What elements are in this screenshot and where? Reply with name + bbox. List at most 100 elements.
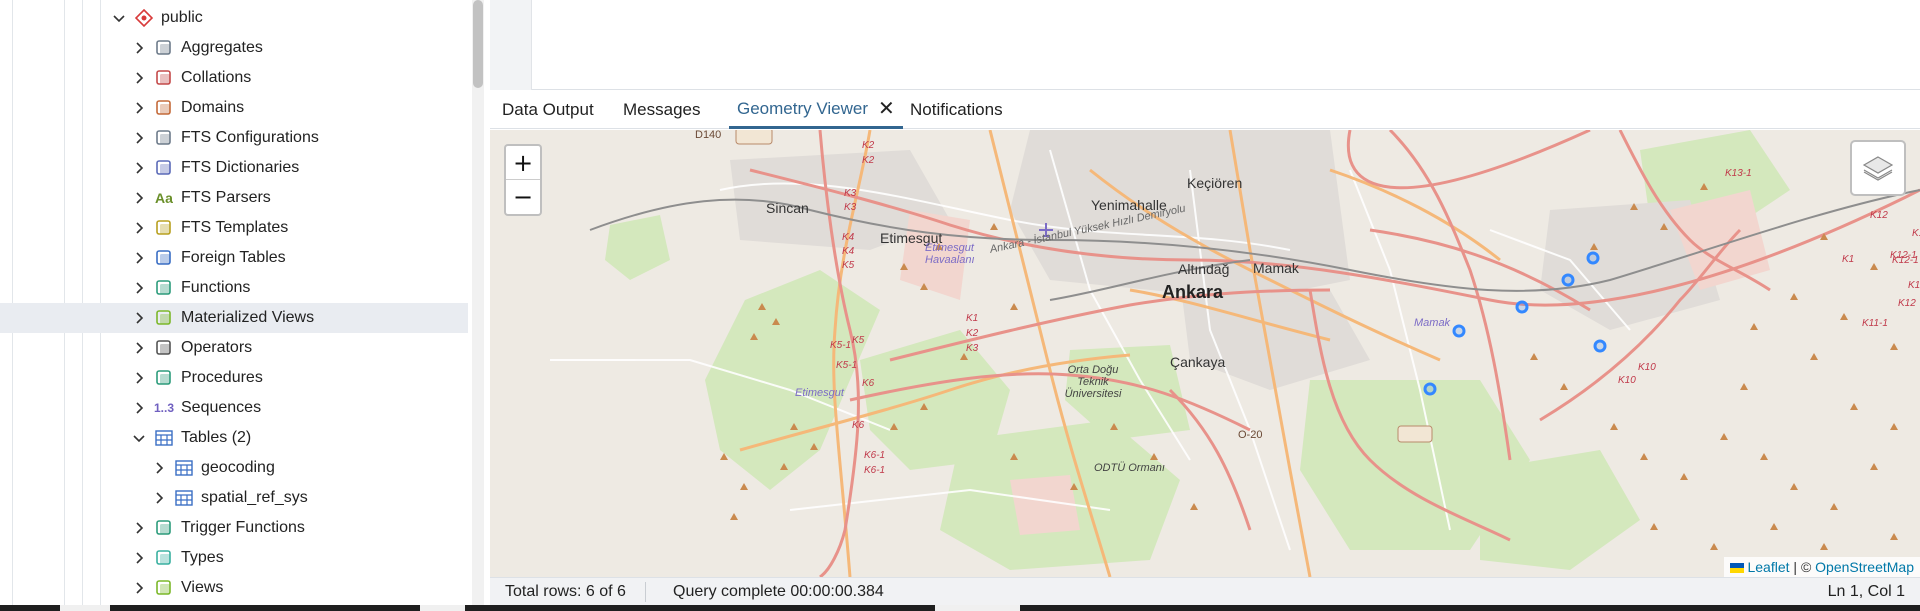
geometry-map[interactable]: Sincan Etimesgut Etimesgut Havaalanı Keç… [490,130,1920,577]
chevron-right-icon[interactable] [132,251,146,265]
fts-parser-icon: Aa [155,190,173,206]
route-label: K3 [844,202,857,213]
tree-item-types[interactable]: Types [0,543,468,573]
tree-item-spatial-ref-sys[interactable]: spatial_ref_sys [0,483,468,513]
fts-configuration-icon [154,128,174,148]
object-explorer-tree: public Aggregates Collations Domains FTS Con… [0,0,470,605]
zoom-out-button[interactable]: − [506,180,540,214]
tab-notifications-label: Notifications [910,100,1003,119]
tree-item-operators[interactable]: Operators [0,333,468,363]
chevron-right-icon[interactable] [132,131,146,145]
map-label-mamak-small: Mamak [1414,317,1451,329]
chevron-down-icon[interactable] [132,431,146,445]
route-label: K12 [1870,210,1888,221]
ukraine-flag-icon [1730,563,1745,574]
foreign-table-icon [154,248,174,268]
tree-item-label: public [161,9,203,26]
route-label: K1 [966,313,979,324]
tree-item-domains[interactable]: Domains [0,93,468,123]
tree-item-foreign-tables[interactable]: Foreign Tables [0,243,468,273]
tree-item-fts-parsers[interactable]: Aa FTS Parsers [0,183,468,213]
chevron-right-icon[interactable] [132,221,146,235]
chevron-right-icon[interactable] [132,551,146,565]
table-icon [174,458,194,478]
tree-scrollbar[interactable] [472,0,484,605]
chevron-right-icon[interactable] [132,71,146,85]
table-icon [154,428,174,448]
chevron-right-icon[interactable] [132,281,146,295]
tree-item-functions[interactable]: Functions [0,273,468,303]
tree-item-fts-configurations[interactable]: FTS Configurations [0,123,468,153]
function-icon [154,278,174,298]
route-label: K10 [1638,362,1656,373]
tab-messages[interactable]: Messages [623,91,700,129]
chevron-right-icon[interactable] [132,41,146,55]
trigger-function-icon [154,518,174,538]
tree-item-aggregates[interactable]: Aggregates [0,33,468,63]
leaflet-link[interactable]: Leaflet [1747,559,1789,575]
chevron-right-icon[interactable] [132,371,146,385]
domain-icon [154,98,174,118]
route-label: K1 [1842,254,1855,265]
chevron-right-icon[interactable] [132,521,146,535]
map-label-kecioren: Keçiören [1187,175,1243,191]
chevron-down-icon[interactable] [112,11,126,25]
tab-notifications[interactable]: Notifications [910,91,1003,129]
tree-item-procedures[interactable]: Procedures [0,363,468,393]
route-label: K5 [842,260,855,271]
tree-item-public[interactable]: public [0,3,468,33]
tree-item-label: FTS Configurations [181,129,319,146]
chevron-right-icon[interactable] [132,191,146,205]
tree-item-geocoding[interactable]: geocoding [0,453,468,483]
route-label: K5-1 [836,360,858,371]
tree-item-sequences[interactable]: 1..3 Sequences [0,393,468,423]
aggregate-icon [154,38,174,58]
chevron-right-icon[interactable] [152,461,166,475]
map-shield-o20: O-20 [1238,429,1263,441]
chevron-right-icon[interactable] [132,161,146,175]
chevron-right-icon[interactable] [152,491,166,505]
chevron-right-icon[interactable] [132,401,146,415]
route-label: K5 [852,335,865,346]
route-label: K6-1 [864,450,886,461]
zoom-in-button[interactable]: + [506,146,540,180]
openstreetmap-link[interactable]: OpenStreetMap [1815,559,1914,575]
tree-item-views[interactable]: Views [0,573,468,603]
map-attribution: Leaflet | © OpenStreetMap [1724,557,1920,577]
tab-geometry-viewer[interactable]: Geometry Viewer ✕ [729,91,903,129]
status-cursor-position: Ln 1, Col 1 [1827,583,1905,600]
tree-item-label: Sequences [181,399,262,416]
map-label-cankaya: Çankaya [1170,354,1226,370]
route-label: K2 [862,140,875,151]
close-icon[interactable]: ✕ [878,99,895,119]
route-label: K12-1 [1892,255,1919,266]
route-label: K2 [862,155,875,166]
status-total-rows: Total rows: 6 of 6 [505,583,626,600]
chevron-right-icon[interactable] [132,341,146,355]
layers-control[interactable] [1850,140,1906,196]
tree-item-fts-dictionaries[interactable]: FTS Dictionaries [0,153,468,183]
tree-item-collations[interactable]: Collations [0,63,468,93]
route-label: K13-1 [1725,168,1752,179]
chevron-right-icon[interactable] [132,311,146,325]
tree-item-fts-templates[interactable]: FTS Templates [0,213,468,243]
tree-item-trigger-functions[interactable]: Trigger Functions [0,513,468,543]
tree-item-tables-2[interactable]: Tables (2) [0,423,468,453]
tree-item-materialized-views[interactable]: Materialized Views [0,303,468,333]
tree-scrollbar-thumb[interactable] [473,0,483,88]
route-label: K12 [1898,298,1916,309]
collation-icon [154,68,174,88]
fts-dictionary-icon [154,158,174,178]
route-label: K3 [966,343,979,354]
route-label: K12 [1908,280,1920,291]
zoom-control: + − [504,144,542,216]
sql-editor[interactable] [532,0,1920,90]
tab-data-output[interactable]: Data Output [502,91,594,129]
route-label: K6 [852,420,865,431]
chevron-right-icon[interactable] [132,581,146,595]
materialized-view-icon [154,308,174,328]
procedure-icon [154,368,174,388]
map-label-odtu-ormani: ODTÜ Ormanı [1094,462,1165,474]
tree-item-label: Procedures [181,369,263,386]
chevron-right-icon[interactable] [132,101,146,115]
